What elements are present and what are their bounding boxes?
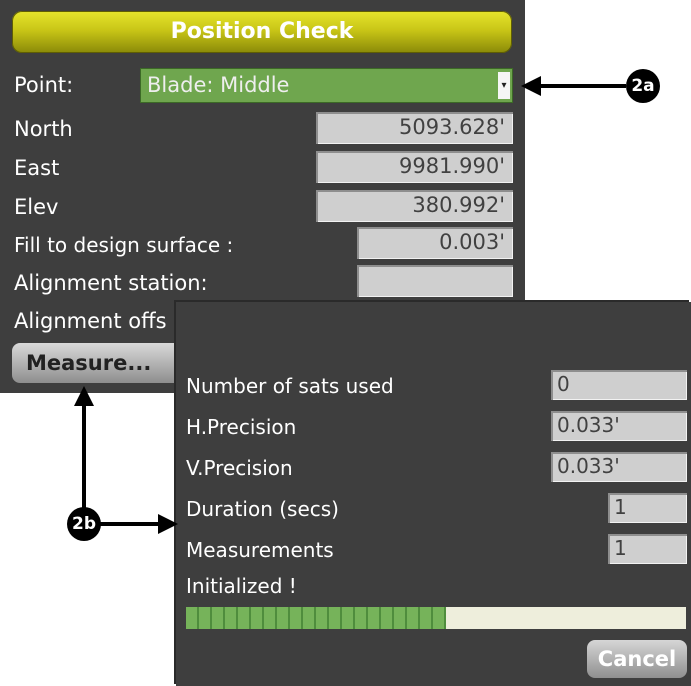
callout-badge-2a: 2a bbox=[626, 69, 660, 103]
callout-badge-2b: 2b bbox=[67, 507, 101, 541]
arrowhead-2b-right bbox=[158, 514, 178, 534]
arrowhead-2b-up bbox=[74, 386, 94, 406]
callout-arrows bbox=[74, 76, 626, 534]
arrowhead-2a bbox=[521, 76, 541, 96]
